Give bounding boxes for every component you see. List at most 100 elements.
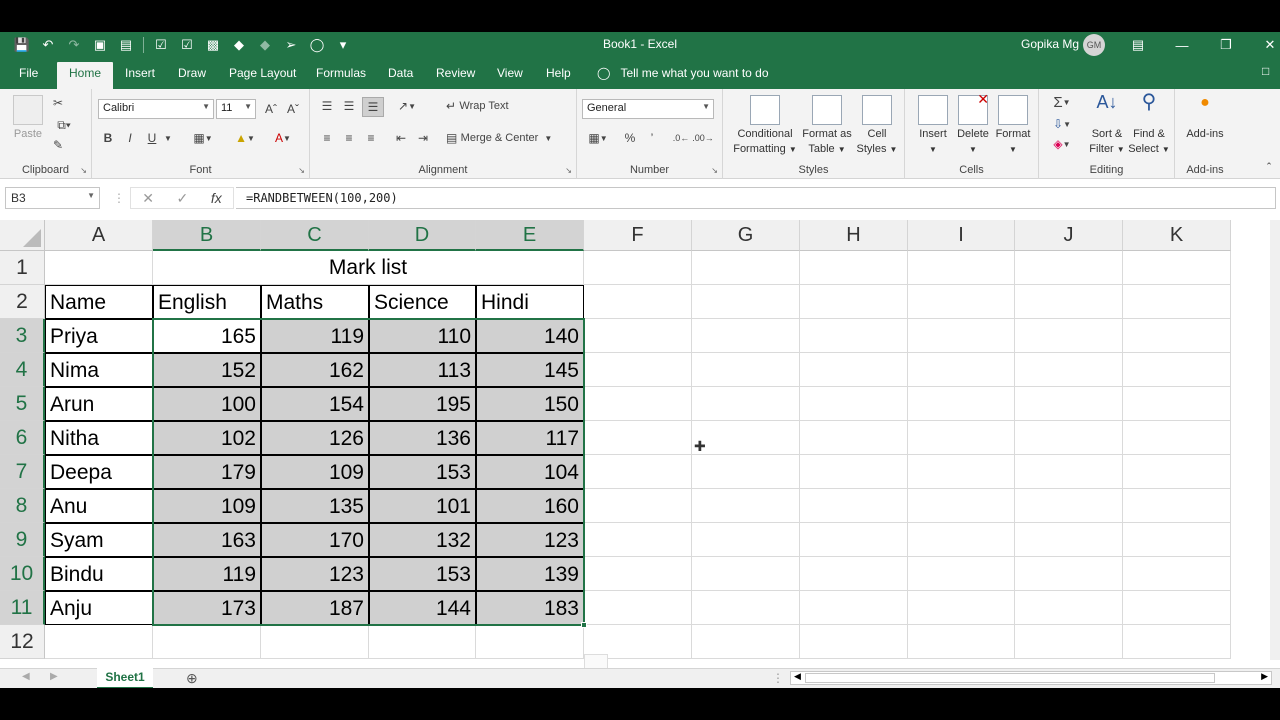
column-header-i[interactable]: I — [908, 220, 1015, 251]
tell-me-search[interactable]: ◯ Tell me what you want to do — [597, 66, 769, 80]
empty-cell[interactable] — [1123, 421, 1231, 455]
empty-cell[interactable] — [692, 523, 800, 557]
tab-insert[interactable]: Insert — [125, 66, 155, 80]
empty-cell[interactable] — [800, 421, 908, 455]
sort-filter-button[interactable]: A↓ Sort & Filter ▼ — [1085, 93, 1129, 157]
mark-cell[interactable]: 119 — [153, 557, 261, 591]
empty-cell[interactable] — [584, 387, 692, 421]
format-cells-button[interactable]: Format ▼ — [993, 95, 1033, 157]
checkbox-icon[interactable]: ☑ — [149, 35, 173, 55]
empty-cell[interactable] — [1015, 591, 1123, 625]
empty-cell[interactable] — [584, 489, 692, 523]
mark-cell[interactable]: 109 — [153, 489, 261, 523]
tab-view[interactable]: View — [497, 66, 523, 80]
empty-cell[interactable] — [1015, 489, 1123, 523]
name-cell[interactable]: Deepa — [45, 455, 153, 489]
row-header-1[interactable]: 1 — [0, 251, 45, 285]
header-cell[interactable]: Hindi — [476, 285, 584, 319]
percent-icon[interactable]: % — [621, 129, 639, 147]
row-header-4[interactable]: 4 — [0, 353, 45, 387]
empty-cell[interactable] — [800, 489, 908, 523]
insert-cells-button[interactable]: Insert ▼ — [913, 95, 953, 157]
empty-cell[interactable] — [908, 523, 1015, 557]
empty-cell[interactable] — [584, 591, 692, 625]
mark-cell[interactable]: 152 — [153, 353, 261, 387]
row-header-7[interactable]: 7 — [0, 455, 45, 489]
next-sheet-icon[interactable]: ▶ — [50, 671, 58, 682]
mark-cell[interactable]: 163 — [153, 523, 261, 557]
row-header-11[interactable]: 11 — [0, 591, 45, 625]
empty-cell[interactable] — [1123, 625, 1231, 659]
maximize-icon[interactable]: ❐ — [1212, 34, 1240, 56]
empty-cell[interactable] — [584, 353, 692, 387]
empty-cell[interactable] — [908, 387, 1015, 421]
row-header-10[interactable]: 10 — [0, 557, 45, 591]
tab-file[interactable]: File — [19, 66, 38, 80]
vertical-scrollbar[interactable] — [1270, 220, 1280, 660]
mark-cell[interactable]: 113 — [369, 353, 476, 387]
mark-cell[interactable]: 132 — [369, 523, 476, 557]
empty-cell[interactable] — [800, 387, 908, 421]
fill-handle[interactable] — [581, 622, 587, 628]
empty-cell[interactable] — [800, 251, 908, 285]
redo-icon[interactable]: ↷ — [62, 35, 86, 55]
font-size-select[interactable]: 11 ▼ — [216, 99, 256, 119]
increase-indent-icon[interactable]: ⇥ — [414, 129, 432, 147]
empty-cell[interactable] — [584, 285, 692, 319]
column-header-g[interactable]: G — [692, 220, 800, 251]
checkbox-icon-2[interactable]: ☑ — [175, 35, 199, 55]
font-color-icon[interactable]: A ▼ — [268, 129, 298, 147]
empty-cell[interactable] — [45, 251, 153, 285]
mark-cell[interactable]: 135 — [261, 489, 369, 523]
name-cell[interactable]: Syam — [45, 523, 153, 557]
enter-icon[interactable]: ✓ — [177, 190, 189, 207]
scroll-thumb[interactable] — [805, 673, 1215, 683]
mark-cell[interactable]: 123 — [261, 557, 369, 591]
clipboard-dialog-icon[interactable]: ↘ — [80, 166, 87, 175]
worksheet-grid[interactable]: ABCDEFGHIJK 1 2 3 4 5 6 7 8 9 10 11 12 Mark list Nam… — [0, 220, 1280, 674]
cell-styles-button[interactable]: Cell Styles ▼ — [853, 95, 901, 157]
empty-cell[interactable] — [800, 591, 908, 625]
cut-icon[interactable]: ✂ — [50, 95, 66, 111]
italic-button[interactable]: I — [122, 129, 138, 147]
empty-cell[interactable] — [1015, 455, 1123, 489]
autosum-icon[interactable]: Σ ▼ — [1047, 93, 1077, 111]
empty-cell[interactable] — [584, 319, 692, 353]
empty-cell[interactable] — [1015, 353, 1123, 387]
pointer-icon[interactable]: ➢ — [279, 35, 303, 55]
empty-cell[interactable] — [1123, 251, 1231, 285]
empty-cell[interactable] — [45, 625, 153, 659]
empty-cell[interactable] — [1123, 557, 1231, 591]
undo-icon[interactable]: ↶ — [36, 35, 60, 55]
font-name-select[interactable]: Calibri ▼ — [98, 99, 214, 119]
empty-cell[interactable] — [692, 489, 800, 523]
conditional-formatting-button[interactable]: Conditional Formatting ▼ — [729, 95, 801, 157]
mark-cell[interactable]: 150 — [476, 387, 584, 421]
row-header-12[interactable]: 12 — [0, 625, 45, 659]
empty-cell[interactable] — [584, 557, 692, 591]
tab-review[interactable]: Review — [436, 66, 475, 80]
horizontal-scrollbar[interactable]: ◀ ▶ — [790, 671, 1272, 685]
empty-cell[interactable] — [476, 625, 584, 659]
copy-icon[interactable]: ⧉▾ — [50, 117, 78, 133]
header-cell[interactable]: English — [153, 285, 261, 319]
column-header-f[interactable]: F — [584, 220, 692, 251]
empty-cell[interactable] — [1015, 523, 1123, 557]
mark-cell[interactable]: 117 — [476, 421, 584, 455]
close-icon[interactable]: ✕ — [1256, 34, 1280, 56]
chevron-down-icon[interactable]: ▼ — [162, 129, 174, 147]
column-header-j[interactable]: J — [1015, 220, 1123, 251]
comments-icon[interactable]: □ — [1262, 64, 1269, 78]
empty-cell[interactable] — [800, 319, 908, 353]
empty-cell[interactable] — [800, 285, 908, 319]
toolbox-icon[interactable]: ▩ — [201, 35, 225, 55]
mark-cell[interactable]: 153 — [369, 557, 476, 591]
layers-icon[interactable]: ◆ — [227, 35, 251, 55]
tab-data[interactable]: Data — [388, 66, 413, 80]
name-cell[interactable]: Nitha — [45, 421, 153, 455]
empty-cell[interactable] — [908, 489, 1015, 523]
addins-button[interactable]: ● Add-ins — [1181, 95, 1229, 142]
camera-icon[interactable]: ▣ — [88, 35, 112, 55]
bold-button[interactable]: B — [100, 129, 116, 147]
column-header-k[interactable]: K — [1123, 220, 1231, 251]
